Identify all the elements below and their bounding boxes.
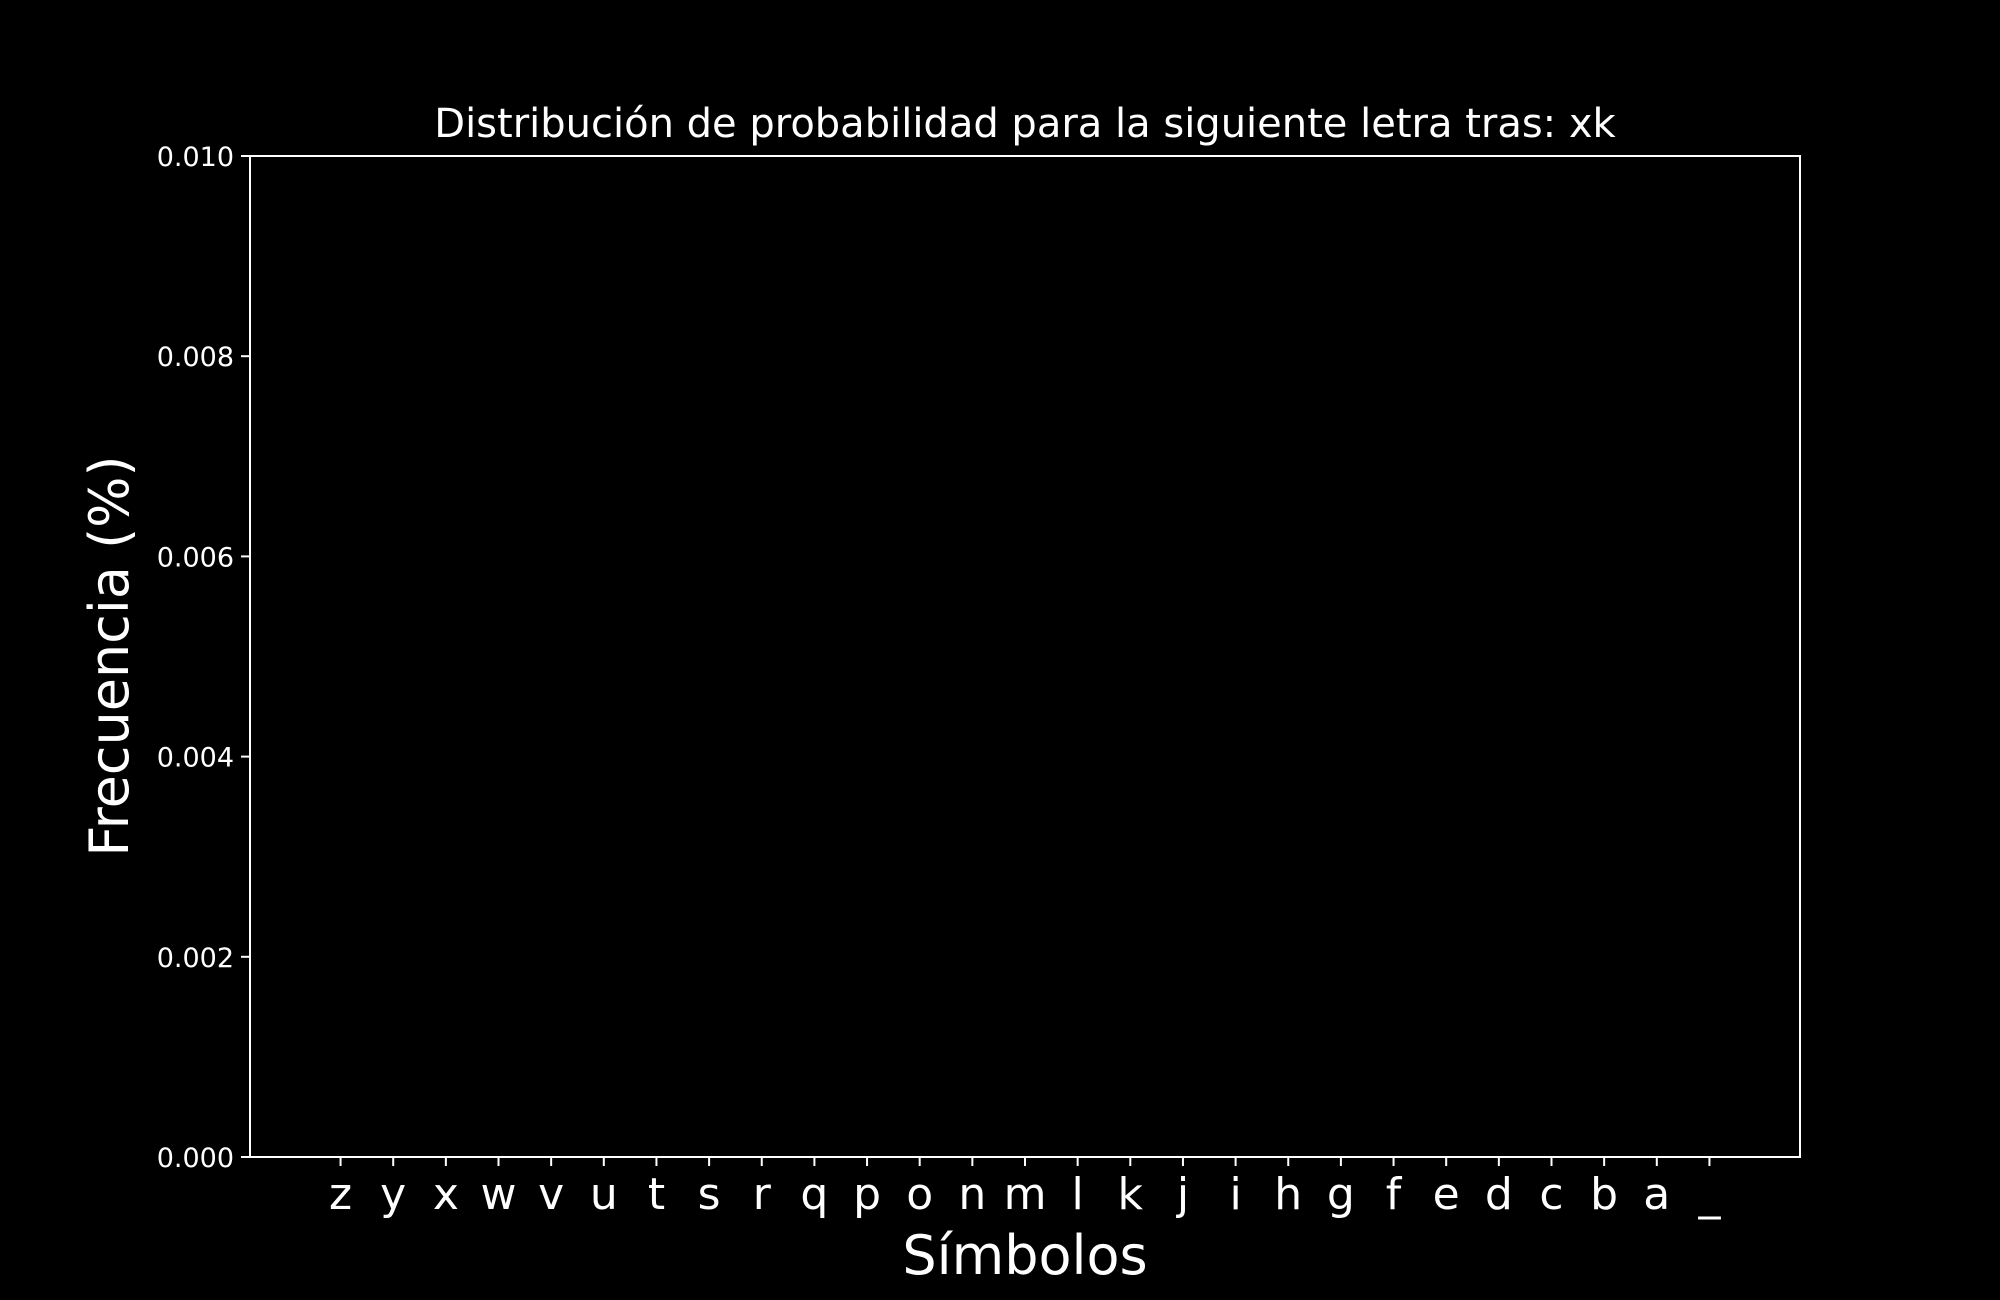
x-tick-label: d bbox=[1485, 1169, 1513, 1220]
x-tick-label: c bbox=[1539, 1169, 1563, 1220]
y-tick-label: 0.002 bbox=[157, 943, 234, 974]
x-tick-label: u bbox=[590, 1169, 618, 1220]
x-tick-label: m bbox=[1004, 1169, 1047, 1220]
x-tick-label: z bbox=[329, 1169, 352, 1220]
x-tick-label: s bbox=[698, 1169, 721, 1220]
x-tick-label: g bbox=[1327, 1169, 1355, 1220]
x-tick-label: q bbox=[800, 1169, 828, 1220]
x-axis-label: Símbolos bbox=[902, 1224, 1147, 1287]
x-tick-label: e bbox=[1433, 1169, 1460, 1220]
plot-area-frame bbox=[249, 155, 1801, 1158]
x-tick-label: h bbox=[1274, 1169, 1302, 1220]
x-tick-label: b bbox=[1590, 1169, 1618, 1220]
x-tick-label: k bbox=[1118, 1169, 1144, 1220]
bar-chart: Distribución de probabilidad para la sig… bbox=[78, 101, 1801, 1287]
y-tick-label: 0.004 bbox=[157, 743, 234, 774]
x-axis: z y x w v u t s r q p o n m l k j i h g f e d c b a _ bbox=[329, 1157, 1721, 1220]
x-tick-label: x bbox=[433, 1169, 459, 1220]
x-tick-label: i bbox=[1229, 1169, 1241, 1220]
x-tick-label: w bbox=[481, 1169, 517, 1220]
x-tick-label: r bbox=[753, 1169, 772, 1220]
x-tick-label: n bbox=[958, 1169, 986, 1220]
x-tick-label: v bbox=[538, 1169, 564, 1220]
x-tick-label: l bbox=[1072, 1169, 1084, 1220]
x-tick-label: t bbox=[648, 1169, 665, 1220]
chart-container: Distribución de probabilidad para la sig… bbox=[0, 0, 2000, 1300]
x-tick-label: _ bbox=[1697, 1169, 1721, 1220]
chart-title: Distribución de probabilidad para la sig… bbox=[434, 101, 1616, 147]
y-tick-label: 0.008 bbox=[157, 342, 234, 373]
x-tick-label: p bbox=[853, 1169, 881, 1220]
x-tick-label: f bbox=[1386, 1169, 1403, 1220]
x-tick-label: y bbox=[380, 1169, 406, 1220]
y-tick-label: 0.000 bbox=[157, 1143, 234, 1174]
y-axis-label: Frecuencia (%) bbox=[78, 455, 141, 856]
x-tick-label: o bbox=[906, 1169, 933, 1220]
y-tick-label: 0.006 bbox=[157, 542, 234, 573]
x-tick-label: a bbox=[1643, 1169, 1670, 1220]
y-tick-label: 0.010 bbox=[157, 142, 234, 173]
y-axis: 0.000 0.002 0.004 0.006 0.008 0.010 bbox=[157, 142, 250, 1174]
x-tick-label: j bbox=[1176, 1169, 1189, 1220]
